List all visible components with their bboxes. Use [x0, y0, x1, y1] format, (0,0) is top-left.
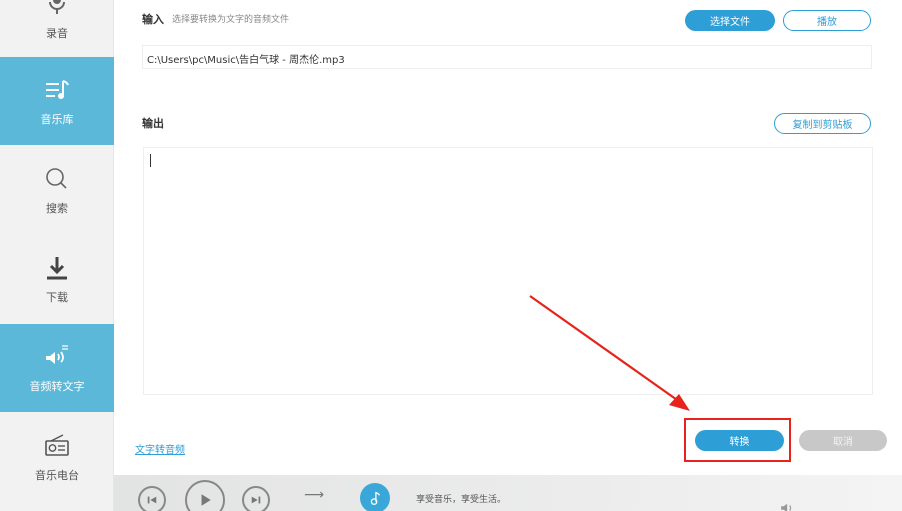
file-path-input[interactable]: C:\Users\pc\Music\告白气球 - 周杰伦.mp3 — [142, 45, 872, 69]
previous-icon — [147, 496, 157, 504]
copy-to-clipboard-button[interactable]: 复制到剪贴板 — [774, 113, 871, 134]
previous-track-button[interactable] — [138, 486, 166, 511]
output-label: 输出 — [142, 117, 164, 130]
music-library-icon — [42, 75, 72, 105]
sidebar-item-radio[interactable]: 音乐电台 — [0, 413, 114, 501]
sidebar-item-label: 搜索 — [46, 202, 68, 215]
player-bar: ⟶ 享受音乐，享受生活。 — [114, 475, 902, 511]
download-icon — [42, 253, 72, 283]
sidebar-item-record[interactable]: 录音 — [0, 0, 114, 46]
search-icon — [42, 164, 72, 194]
annotation-highlight-box — [684, 418, 791, 462]
radio-icon — [42, 431, 72, 461]
main-panel: 输入 选择要转换为文字的音频文件 选择文件 播放 C:\Users\pc\Mus… — [114, 0, 902, 475]
player-tagline: 享受音乐，享受生活。 — [416, 495, 507, 505]
microphone-icon — [42, 0, 72, 19]
sidebar-item-label: 录音 — [46, 27, 68, 40]
input-hint: 选择要转换为文字的音频文件 — [172, 15, 290, 25]
play-icon — [201, 494, 211, 506]
cancel-button: 取消 — [799, 430, 887, 451]
speaker-convert-icon — [42, 342, 72, 372]
sidebar-item-music-library[interactable]: 音乐库 — [0, 57, 114, 145]
sidebar-item-search[interactable]: 搜索 — [0, 146, 114, 234]
play-mode-icon[interactable]: ⟶ — [304, 487, 324, 503]
output-textarea[interactable] — [143, 147, 873, 395]
text-caret — [150, 154, 151, 167]
now-playing-cover[interactable] — [360, 483, 390, 511]
play-button[interactable]: 播放 — [783, 10, 871, 31]
choose-file-button[interactable]: 选择文件 — [685, 10, 775, 31]
sidebar-item-label: 音乐电台 — [35, 469, 79, 482]
next-track-button[interactable] — [242, 486, 270, 511]
text-to-audio-link[interactable]: 文字转音频 — [135, 441, 185, 456]
next-icon — [251, 496, 261, 504]
sidebar-item-label: 下载 — [46, 291, 68, 304]
play-pause-button[interactable] — [185, 480, 225, 511]
music-note-icon — [370, 491, 381, 505]
volume-icon[interactable] — [778, 499, 798, 511]
sidebar: 录音 音乐库 搜索 下载 音频转文字 音乐电台 — [0, 0, 114, 511]
sidebar-item-audio-to-text[interactable]: 音频转文字 — [0, 324, 114, 412]
sidebar-item-label: 音频转文字 — [29, 380, 85, 393]
sidebar-item-download[interactable]: 下载 — [0, 235, 114, 323]
input-label: 输入 — [142, 13, 164, 26]
sidebar-item-label: 音乐库 — [40, 113, 74, 126]
